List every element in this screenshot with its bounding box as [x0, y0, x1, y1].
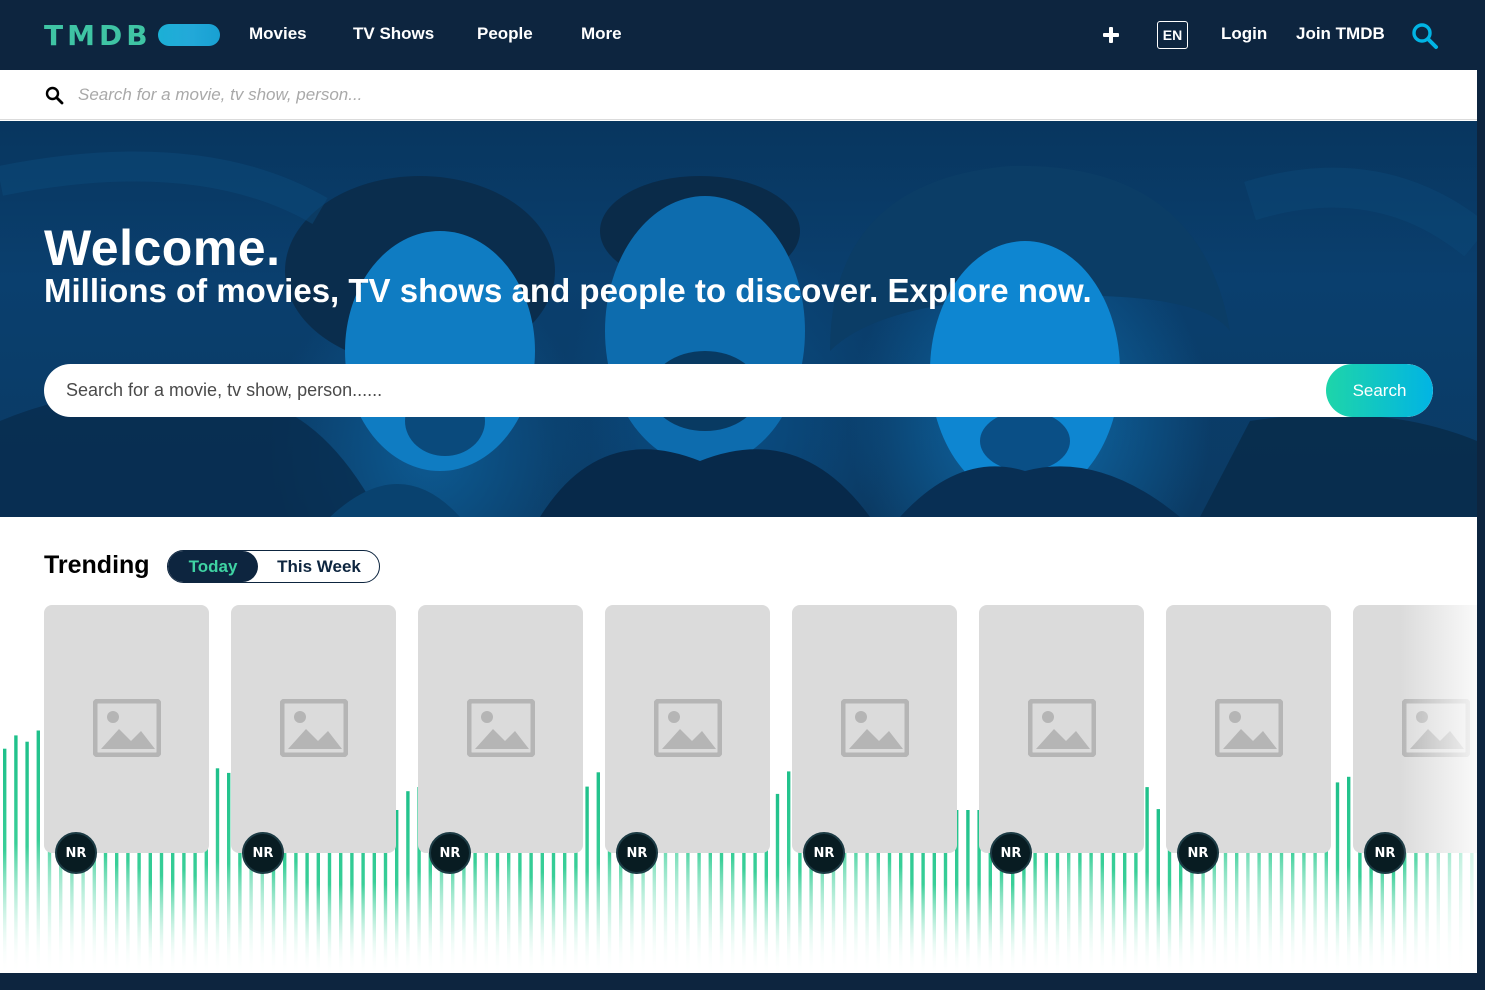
waveform-bar	[1335, 782, 1340, 975]
rating-badge: NR	[1177, 832, 1219, 874]
image-placeholder-icon	[654, 699, 722, 757]
waveform-bar	[966, 810, 970, 975]
rating-badge: NR	[55, 832, 97, 874]
trending-toggle: Today This Week	[167, 550, 380, 583]
logo-text: TMDB	[44, 18, 152, 52]
image-placeholder-icon	[280, 699, 348, 757]
image-placeholder-icon	[1028, 699, 1096, 757]
logo-pill-shape	[157, 24, 220, 46]
trending-card[interactable]	[1166, 605, 1331, 853]
waveform-bar	[1156, 809, 1160, 975]
login-link[interactable]: Login	[1221, 24, 1267, 44]
rating-badge: NR	[803, 832, 845, 874]
hero-background-image	[0, 151, 1477, 517]
waveform-bar	[227, 772, 231, 975]
trending-card[interactable]	[605, 605, 770, 853]
rating-badge: NR	[429, 832, 471, 874]
search-icon	[45, 86, 64, 105]
trending-card[interactable]	[231, 605, 396, 853]
image-placeholder-icon	[1215, 699, 1283, 757]
rating-badge: NR	[1364, 832, 1406, 874]
image-placeholder-icon	[467, 699, 535, 757]
nav-more[interactable]: More	[581, 24, 622, 44]
rating-badge: NR	[990, 832, 1032, 874]
page-root: TMDB Movies TV Shows People More EN Logi…	[0, 0, 1485, 990]
hero-banner: Welcome. Millions of movies, TV shows an…	[0, 121, 1477, 517]
waveform-bar	[596, 772, 600, 975]
waveform-bar	[406, 791, 410, 975]
waveform-bar	[787, 771, 791, 975]
rating-badge: NR	[242, 832, 284, 874]
trending-card[interactable]	[44, 605, 209, 853]
nav-tv-shows[interactable]: TV Shows	[353, 24, 434, 44]
plus-icon[interactable]	[1101, 25, 1121, 45]
language-button[interactable]: EN	[1157, 21, 1188, 49]
hero-subtitle: Millions of movies, TV shows and people …	[44, 272, 1092, 309]
top-navbar: TMDB Movies TV Shows People More EN Logi…	[0, 0, 1477, 70]
waveform-bar	[14, 735, 18, 975]
waveform-bar	[3, 748, 7, 975]
waveform-bar	[25, 741, 29, 975]
trending-card[interactable]	[418, 605, 583, 853]
tmdb-logo[interactable]: TMDB	[44, 18, 220, 52]
top-search-bar	[0, 70, 1477, 120]
waveform-bar	[1145, 787, 1149, 975]
waveform-bar	[1347, 776, 1351, 975]
nav-movies[interactable]: Movies	[249, 24, 307, 44]
top-search-input[interactable]	[78, 82, 1428, 108]
trending-card[interactable]	[1353, 605, 1477, 853]
waveform-bar	[215, 768, 220, 975]
waveform-bar	[36, 730, 40, 975]
search-icon[interactable]	[1411, 22, 1439, 50]
hero-search-button[interactable]: Search	[1326, 364, 1433, 417]
trending-card[interactable]	[979, 605, 1144, 853]
trending-heading: Trending	[44, 551, 150, 579]
hero-title: Welcome.	[44, 220, 281, 276]
image-placeholder-icon	[1402, 699, 1470, 757]
hero-search-input[interactable]	[66, 364, 1316, 417]
join-link[interactable]: Join TMDB	[1296, 24, 1385, 44]
hero-search-bar: Search	[44, 364, 1433, 417]
image-placeholder-icon	[841, 699, 909, 757]
rating-badge: NR	[616, 832, 658, 874]
nav-people[interactable]: People	[477, 24, 533, 44]
tab-this-week[interactable]: This Week	[259, 551, 379, 582]
footer-edge	[0, 973, 1477, 990]
main-viewport: TMDB Movies TV Shows People More EN Logi…	[0, 0, 1477, 990]
image-placeholder-icon	[93, 699, 161, 757]
waveform-bar	[775, 793, 780, 975]
trending-card[interactable]	[792, 605, 957, 853]
waveform-bar	[585, 786, 589, 975]
window-edge	[1477, 0, 1485, 990]
tab-today[interactable]: Today	[168, 551, 258, 582]
